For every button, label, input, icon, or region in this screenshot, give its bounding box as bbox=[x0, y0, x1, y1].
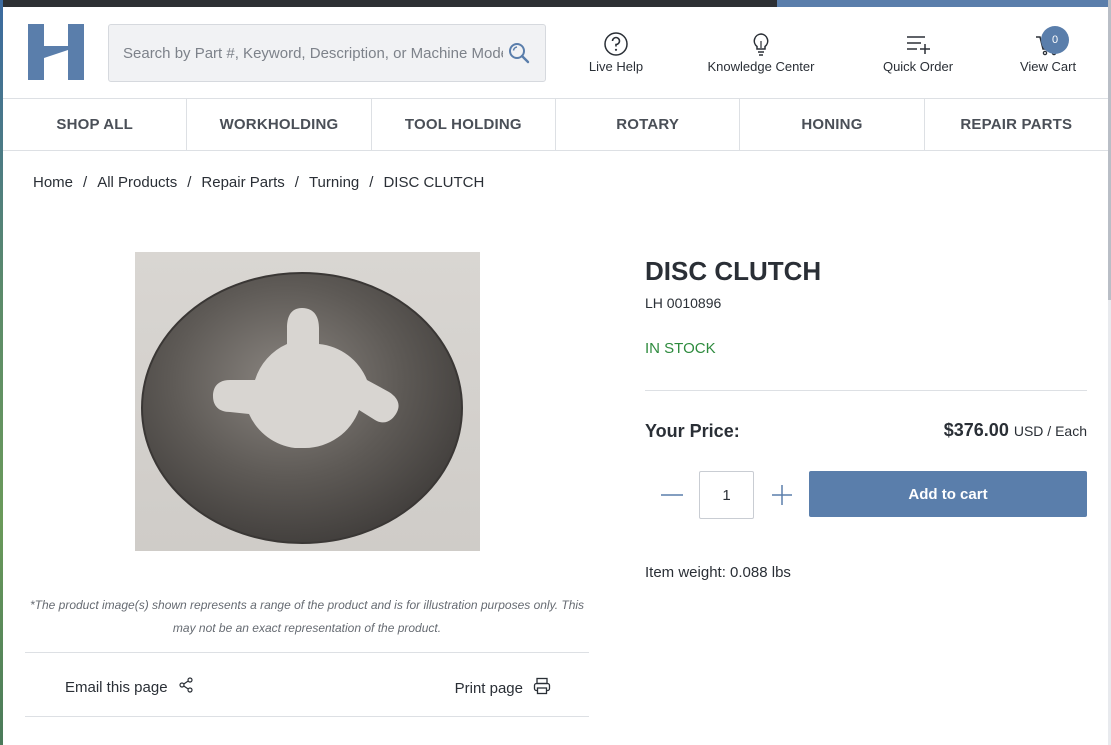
breadcrumb-all-products[interactable]: All Products bbox=[97, 174, 177, 191]
breadcrumb: Home / All Products / Repair Parts / Tur… bbox=[33, 174, 484, 191]
breadcrumb-home[interactable]: Home bbox=[33, 174, 73, 191]
category-rotary[interactable]: ROTARY bbox=[556, 99, 741, 150]
image-disclaimer: *The product image(s) shown represents a… bbox=[29, 598, 585, 635]
category-repair-parts[interactable]: REPAIR PARTS bbox=[925, 99, 1108, 150]
cart-count-badge: 0 bbox=[1041, 26, 1069, 54]
lightbulb-icon bbox=[748, 31, 774, 57]
category-honing[interactable]: HONING bbox=[740, 99, 925, 150]
site-header: Live Help Knowledge Center Quick Order 0… bbox=[3, 7, 1108, 99]
print-page-label: Print page bbox=[454, 679, 523, 697]
cart-icon: 0 bbox=[1035, 26, 1069, 57]
category-nav: SHOP ALL WORKHOLDING TOOL HOLDING ROTARY… bbox=[3, 99, 1108, 151]
price-label: Your Price: bbox=[645, 421, 740, 441]
view-cart-link[interactable]: 0 View Cart bbox=[1013, 26, 1083, 81]
breadcrumb-turning[interactable]: Turning bbox=[309, 174, 359, 191]
search-input[interactable] bbox=[123, 25, 503, 81]
top-bar-accent bbox=[777, 0, 1111, 7]
email-page-label: Email this page bbox=[65, 678, 168, 696]
search-box bbox=[108, 24, 546, 82]
print-page-link[interactable]: Print page bbox=[455, 677, 551, 699]
live-help-label: Live Help bbox=[588, 59, 644, 74]
price-value: $376.00 bbox=[943, 420, 1009, 440]
quantity-increase-button[interactable] bbox=[770, 483, 794, 507]
divider bbox=[645, 390, 1087, 391]
list-add-icon bbox=[905, 31, 931, 57]
breadcrumb-separator: / bbox=[187, 174, 192, 191]
top-bar bbox=[0, 0, 1111, 7]
knowledge-center-label: Knowledge Center bbox=[707, 59, 815, 74]
breadcrumb-current: DISC CLUTCH bbox=[383, 174, 485, 191]
price-value-group: $376.00 USD / Each bbox=[944, 420, 1087, 441]
breadcrumb-separator: / bbox=[83, 174, 88, 191]
breadcrumb-separator: / bbox=[294, 174, 299, 191]
quick-order-link[interactable]: Quick Order bbox=[873, 31, 963, 81]
live-help-link[interactable]: Live Help bbox=[581, 31, 651, 81]
share-icon bbox=[178, 677, 194, 697]
share-bar: Email this page Print page bbox=[25, 652, 589, 717]
product-title: DISC CLUTCH bbox=[645, 256, 822, 286]
stock-status: IN STOCK bbox=[645, 340, 716, 357]
quantity-decrease-button[interactable] bbox=[660, 483, 684, 507]
add-to-cart-button[interactable]: Add to cart bbox=[809, 471, 1087, 517]
breadcrumb-repair-parts[interactable]: Repair Parts bbox=[201, 174, 284, 191]
email-page-link[interactable]: Email this page bbox=[65, 677, 194, 697]
category-tool-holding[interactable]: TOOL HOLDING bbox=[372, 99, 556, 150]
search-icon[interactable] bbox=[507, 41, 531, 65]
knowledge-center-link[interactable]: Knowledge Center bbox=[701, 31, 821, 81]
breadcrumb-separator: / bbox=[369, 174, 374, 191]
logo[interactable] bbox=[28, 24, 84, 80]
product-sku: LH 0010896 bbox=[645, 295, 722, 311]
help-icon bbox=[603, 31, 629, 57]
item-weight: Item weight: 0.088 lbs bbox=[645, 564, 791, 581]
category-workholding[interactable]: WORKHOLDING bbox=[187, 99, 372, 150]
view-cart-label: View Cart bbox=[1019, 59, 1077, 74]
quantity-input[interactable] bbox=[699, 471, 754, 519]
category-shop-all[interactable]: SHOP ALL bbox=[3, 99, 188, 150]
quick-order-label: Quick Order bbox=[882, 59, 954, 74]
product-image[interactable] bbox=[135, 252, 480, 551]
price-unit: USD / Each bbox=[1013, 423, 1087, 439]
printer-icon bbox=[533, 677, 551, 699]
